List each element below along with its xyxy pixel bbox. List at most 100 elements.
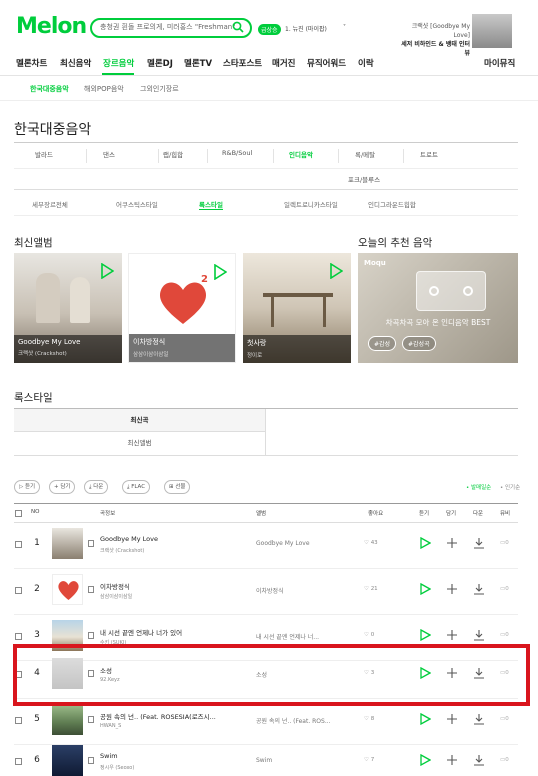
row-checkbox[interactable] [15, 633, 22, 640]
mv-icon[interactable]: ▭0 [500, 632, 509, 638]
search-input[interactable]: 충청권 흰돌 프로의게, 미러홍스 "Freshman" [90, 18, 252, 38]
song-artist[interactable]: 크랙샷 (Crackshot) [100, 547, 144, 554]
song-title[interactable]: 내 시선 끝엔 언제나 너가 있어 [100, 627, 182, 637]
subnav-korean-pop[interactable]: 한국대중음악 [30, 84, 69, 94]
tab-all-subgenres[interactable]: 세부장르전체 [32, 199, 68, 209]
album-thumbnail[interactable] [52, 704, 83, 735]
play-icon[interactable] [213, 264, 227, 280]
nav-my-music[interactable]: 마이뮤직 [484, 57, 515, 69]
mv-icon[interactable]: ▭0 [500, 757, 509, 763]
sort-by-release[interactable]: • 발매일순 [466, 483, 491, 491]
album-title[interactable]: Goodbye My Love [18, 338, 118, 346]
play-icon[interactable] [419, 629, 431, 641]
promo-banner-image[interactable] [472, 14, 512, 48]
song-title[interactable]: 공원 속의 넌.. (Feat. ROSESIA(로즈시... [100, 711, 216, 721]
play-icon[interactable] [419, 583, 431, 595]
genre-dance[interactable]: 댄스 [103, 149, 115, 159]
album-title[interactable]: 첫사랑 [247, 338, 347, 348]
nav-melon-tv[interactable]: 멜론TV [184, 57, 212, 69]
tag-chip[interactable]: #감성곡 [402, 336, 436, 351]
nav-misc[interactable]: 이락 [358, 57, 374, 69]
add-button[interactable]: + 담기 [49, 480, 76, 494]
play-icon[interactable] [329, 263, 343, 279]
subnav-foreign-pop[interactable]: 해외POP음악 [84, 84, 124, 94]
add-icon[interactable] [446, 713, 458, 725]
song-album[interactable]: Goodbye My Love [256, 540, 310, 547]
download-icon[interactable] [473, 713, 485, 725]
song-album[interactable]: 내 시선 끝엔 언제나 너... [256, 632, 319, 641]
nav-latest-music[interactable]: 최신음악 [60, 57, 91, 69]
download-icon[interactable] [473, 629, 485, 641]
like-button[interactable]: ♡ 21 [364, 586, 378, 592]
table-row[interactable]: 6 Swim 정시우 (Seoxo) Swim ♡ 7 ▭0 [14, 740, 518, 776]
album-artist[interactable]: 삼삼이삼이삼일 [133, 350, 231, 358]
album-thumbnail[interactable] [52, 745, 83, 776]
chevron-down-icon[interactable]: ˅ [343, 24, 346, 31]
row-checkbox[interactable] [15, 758, 22, 765]
download-button[interactable]: ⤓ 다운 [84, 480, 109, 494]
play-icon[interactable] [419, 754, 431, 766]
album-card-1[interactable]: Goodbye My Love 크랙샷 (Crackshot) [14, 253, 122, 363]
download-icon[interactable] [473, 583, 485, 595]
nav-genre-music[interactable]: 장르음악 [103, 57, 134, 69]
tab-underground-hiphop[interactable]: 인디그라운드힙합 [368, 199, 416, 209]
tab-new-albums[interactable]: 최신앨범 [14, 432, 266, 455]
tab-rock-style[interactable]: 록스타일 [199, 199, 223, 210]
song-title[interactable]: 이차방정식 [100, 581, 130, 591]
song-info-icon[interactable] [88, 586, 94, 593]
album-thumbnail[interactable] [52, 528, 83, 559]
add-icon[interactable] [446, 583, 458, 595]
add-icon[interactable] [446, 537, 458, 549]
melon-logo[interactable]: Melon [16, 14, 87, 39]
nav-magazine[interactable]: 매거진 [272, 57, 295, 69]
nav-star-post[interactable]: 스타포스트 [223, 57, 262, 69]
download-icon[interactable] [473, 754, 485, 766]
mv-icon[interactable]: ▭0 [500, 586, 509, 592]
select-all-checkbox[interactable] [15, 510, 22, 517]
table-row[interactable]: 1 Goodbye My Love 크랙샷 (Crackshot) Goodby… [14, 523, 518, 569]
song-artist[interactable]: 정시우 (Seoxo) [100, 764, 134, 771]
album-title[interactable]: 이차방정식 [133, 337, 231, 347]
album-thumbnail[interactable] [52, 574, 83, 605]
song-artist[interactable]: 삼삼이삼이삼일 [100, 593, 132, 600]
subnav-other-genres[interactable]: 그외인기장르 [140, 84, 179, 94]
song-album[interactable]: 공원 속의 넌.. (Feat. ROS... [256, 716, 331, 725]
genre-rnb[interactable]: R&B/Soul [222, 149, 252, 157]
trending-keyword[interactable]: 1. 뉴진 (마이팝) [285, 24, 327, 33]
genre-trot[interactable]: 트로트 [420, 149, 438, 159]
song-album[interactable]: Swim [256, 757, 272, 764]
like-button[interactable]: ♡ 8 [364, 716, 374, 722]
genre-hiphop[interactable]: 랩/힙합 [163, 149, 183, 159]
like-button[interactable]: ♡ 7 [364, 757, 374, 763]
add-icon[interactable] [446, 629, 458, 641]
song-title[interactable]: Swim [100, 752, 118, 760]
listen-button[interactable]: ▷ 듣기 [14, 480, 41, 494]
like-button[interactable]: ♡ 0 [364, 632, 374, 638]
tab-new-songs[interactable]: 최신곡 [14, 409, 266, 432]
album-card-3[interactable]: 첫사랑 정이로 [243, 253, 351, 363]
nav-melon-chart[interactable]: 멜론차트 [16, 57, 47, 69]
like-button[interactable]: ♡ 43 [364, 540, 378, 546]
tag-chip[interactable]: #감성 [368, 336, 397, 351]
song-info-icon[interactable] [88, 632, 94, 639]
sort-by-popularity[interactable]: • 인기순 [500, 483, 520, 491]
nav-melon-dj[interactable]: 멜론DJ [147, 57, 173, 69]
add-icon[interactable] [446, 754, 458, 766]
genre-rock[interactable]: 록/메탈 [355, 149, 375, 159]
table-row[interactable]: 2 이차방정식 삼삼이삼이삼일 이차방정식 ♡ 21 ▭0 [14, 569, 518, 615]
song-title[interactable]: Goodbye My Love [100, 535, 158, 543]
mv-icon[interactable]: ▭0 [500, 540, 509, 546]
play-icon[interactable] [100, 263, 114, 279]
trending-badge[interactable]: 급상승 [258, 24, 281, 35]
song-album[interactable]: 이차방정식 [256, 586, 284, 595]
recommend-playlist-title[interactable]: 차곡차곡 모아 온 인디음악 BEST [358, 317, 518, 328]
song-info-icon[interactable] [88, 716, 94, 723]
gift-button[interactable]: ⊞ 선물 [164, 480, 191, 494]
play-icon[interactable] [419, 713, 431, 725]
download-icon[interactable] [473, 537, 485, 549]
genre-ballad[interactable]: 발라드 [35, 149, 53, 159]
flac-button[interactable]: ⤓ FLAC [122, 480, 151, 494]
album-artist[interactable]: 크랙샷 (Crackshot) [18, 349, 118, 357]
song-info-icon[interactable] [88, 540, 94, 547]
song-info-icon[interactable] [88, 757, 94, 764]
